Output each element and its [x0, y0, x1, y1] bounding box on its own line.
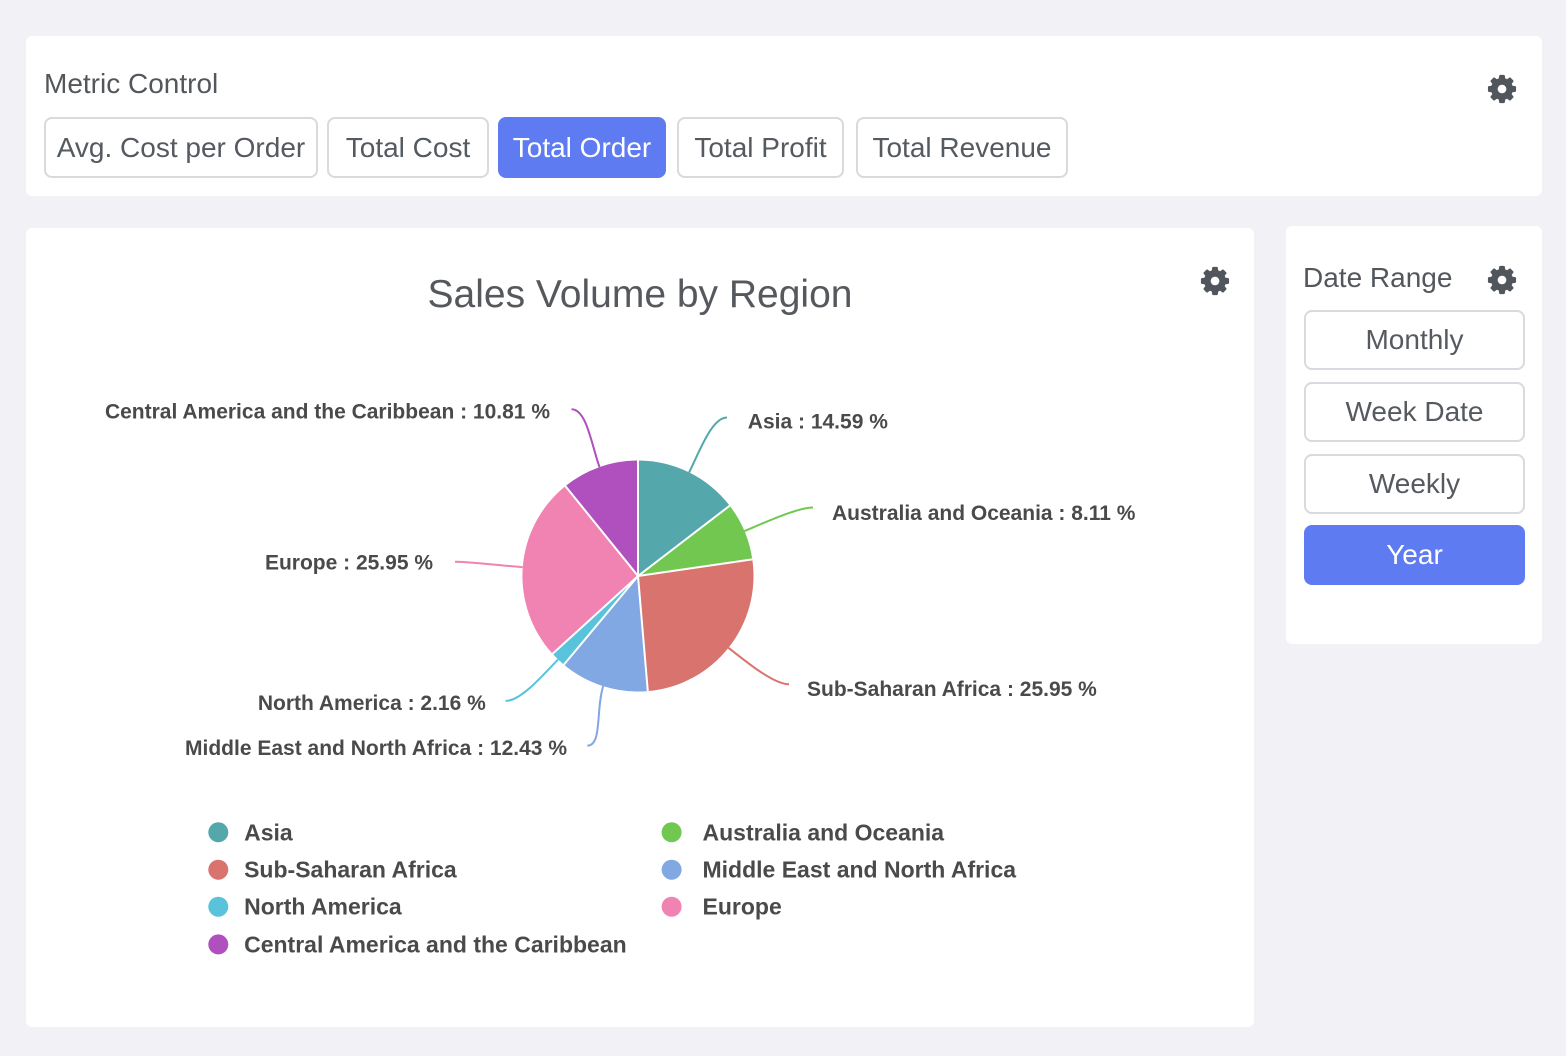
svg-text:Asia: Asia — [244, 819, 293, 845]
svg-text:Europe: Europe — [703, 894, 782, 920]
svg-text:Sub-Saharan Africa: Sub-Saharan Africa — [244, 857, 457, 883]
svg-text:Middle East and North Africa: Middle East and North Africa — [703, 857, 1017, 883]
svg-text:Central America and the Caribb: Central America and the Caribbean — [244, 931, 627, 957]
svg-text:Europe : 25.95 %: Europe : 25.95 % — [265, 552, 433, 575]
svg-text:North America: North America — [244, 894, 402, 920]
svg-text:Middle East and North Africa :: Middle East and North Africa : 12.43 % — [185, 737, 567, 760]
svg-text:Central America and the Caribb: Central America and the Caribbean : 10.8… — [105, 401, 550, 424]
svg-text:Australia and Oceania: Australia and Oceania — [703, 819, 945, 845]
svg-text:North America : 2.16 %: North America : 2.16 % — [258, 692, 486, 715]
svg-text:Sub-Saharan Africa : 25.95 %: Sub-Saharan Africa : 25.95 % — [807, 678, 1097, 701]
svg-text:Asia : 14.59 %: Asia : 14.59 % — [748, 411, 888, 434]
svg-text:Australia and Oceania : 8.11 %: Australia and Oceania : 8.11 % — [832, 502, 1136, 525]
